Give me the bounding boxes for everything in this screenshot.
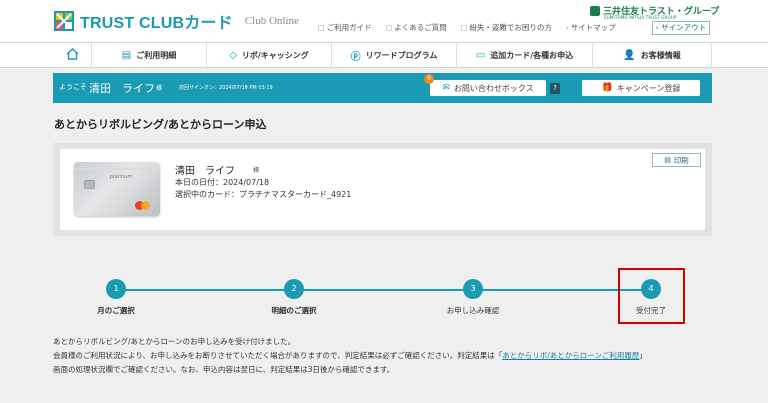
welcome-bar: ようこそ 清田 ライフ 様 前回サインオン：2024/07/18 PM 03:1… [53, 73, 712, 103]
card-info-inner: platinum 清田 ライフ 様 本日の日付：2024/07/18 選択中のカ… [60, 149, 705, 230]
box-icon: □ [460, 24, 468, 32]
util-link-guide[interactable]: □ ご利用ガイド [318, 22, 372, 33]
logo-subtitle: Club Online [244, 15, 299, 27]
statement-icon: ▤ [121, 49, 132, 61]
user-icon: 👤 [623, 49, 636, 61]
step-1-label: 月のご選択 [97, 306, 135, 315]
main-nav: ▤ ご利用明細 ◇ リボ/キャッシング ⓟ リワードプログラム ▭ 追加カード/… [0, 42, 768, 68]
nav-statement[interactable]: ▤ ご利用明細 [91, 43, 206, 67]
points-icon: ⓟ [350, 51, 361, 63]
group-mark-icon [590, 5, 600, 16]
card-chip [84, 180, 95, 189]
signout-button[interactable]: › サインアウト [652, 21, 710, 35]
util-link-sitemap[interactable]: › サイトマップ [566, 22, 616, 33]
card-icon: ▭ [475, 49, 486, 61]
message-line-2: 会員様のご利用状況により、お申し込みをお断りさせていただく場合がありますので、判… [53, 351, 647, 360]
card-info-panel: platinum 清田 ライフ 様 本日の日付：2024/07/18 選択中のカ… [53, 143, 712, 236]
inbox-button[interactable]: ✉ お問い合わせボックス [430, 80, 546, 96]
panel-user-name: 清田 ライフ [175, 166, 235, 177]
box-icon: □ [385, 24, 393, 32]
print-button[interactable]: ▤ 印刷 [652, 153, 701, 167]
step-3-circle: 3 [463, 279, 483, 299]
usage-history-link[interactable]: あとからリボ/あとからローンご利用履歴 [502, 351, 639, 360]
selected-card: 選択中のカード：プラチナマスターカード_4921 [175, 190, 352, 199]
welcome-greeting: ようこそ [59, 83, 87, 91]
nav-reward-program[interactable]: ⓟ リワードプログラム [331, 43, 456, 67]
honorific: 様 [156, 85, 163, 92]
nav-additional-card[interactable]: ▭ 追加カード/各種お申込 [456, 43, 592, 67]
logo-title: TRUST CLUBカード [80, 15, 233, 32]
page-title: あとからリボルビング/あとからローン申込 [54, 118, 267, 131]
message-line-1: あとからリボルビング/あとからローンのお申し込みを受け付けました。 [53, 337, 296, 346]
campaign-register-button[interactable]: 🎁 キャンペーン登録 [582, 80, 700, 96]
mail-icon: ✉ [442, 83, 450, 93]
chevron-right-icon: › [565, 24, 569, 32]
box-icon: □ [318, 24, 325, 32]
site-header: TRUST CLUBカード Club Online □ ご利用ガイド □ よくあるご… [0, 0, 768, 42]
printer-icon: ▤ [664, 156, 671, 164]
today-date: 本日の日付：2024/07/18 [175, 178, 270, 187]
nav-customer-info[interactable]: 👤 お客様情報 [592, 43, 712, 67]
step-3-label: お申し込み確認 [446, 306, 500, 315]
nav-revolving-cashing[interactable]: ◇ リボ/キャッシング [206, 43, 331, 67]
step-1-circle: 1 [106, 279, 126, 299]
last-login: 前回サインオン：2024/07/18 PM 03:19 [179, 85, 273, 91]
step-progress-line [116, 289, 652, 291]
home-icon [66, 47, 79, 63]
step-2-label: 明細のご選択 [271, 306, 317, 315]
util-link-faq[interactable]: □ よくあるご質問 [386, 22, 447, 33]
message-line-3: 画面の処理状況欄でご確認ください。なお、申込内容は翌日に、判定結果は3日後から確… [53, 365, 395, 374]
step-2-circle: 2 [284, 279, 304, 299]
group-logo-subtitle: SUMITOMO MITSUI TRUST GROUP [604, 15, 677, 20]
logo-mark-icon [54, 11, 74, 31]
user-name: 清田 ライフ [89, 82, 155, 95]
card-platinum-text: platinum [110, 174, 133, 180]
diamond-icon: ◇ [229, 49, 237, 61]
utility-links: □ ご利用ガイド □ よくあるご質問 □ 紛失・盗難でお困りの方 › サイトマップ [318, 22, 616, 33]
inbox-count-badge: 0 [424, 74, 434, 84]
panel-honorific: 様 [253, 167, 260, 174]
current-step-highlight [618, 268, 685, 324]
mastercard-logo-yellow [141, 201, 150, 210]
gift-icon: 🎁 [601, 83, 613, 93]
credit-card-image: platinum [74, 162, 160, 216]
trust-club-logo[interactable]: TRUST CLUBカード Club Online [54, 11, 299, 32]
card-stripe [74, 168, 160, 170]
util-link-lost[interactable]: □ 紛失・盗難でお困りの方 [461, 22, 552, 33]
help-button[interactable]: ? [550, 83, 560, 94]
nav-home[interactable] [53, 43, 91, 67]
